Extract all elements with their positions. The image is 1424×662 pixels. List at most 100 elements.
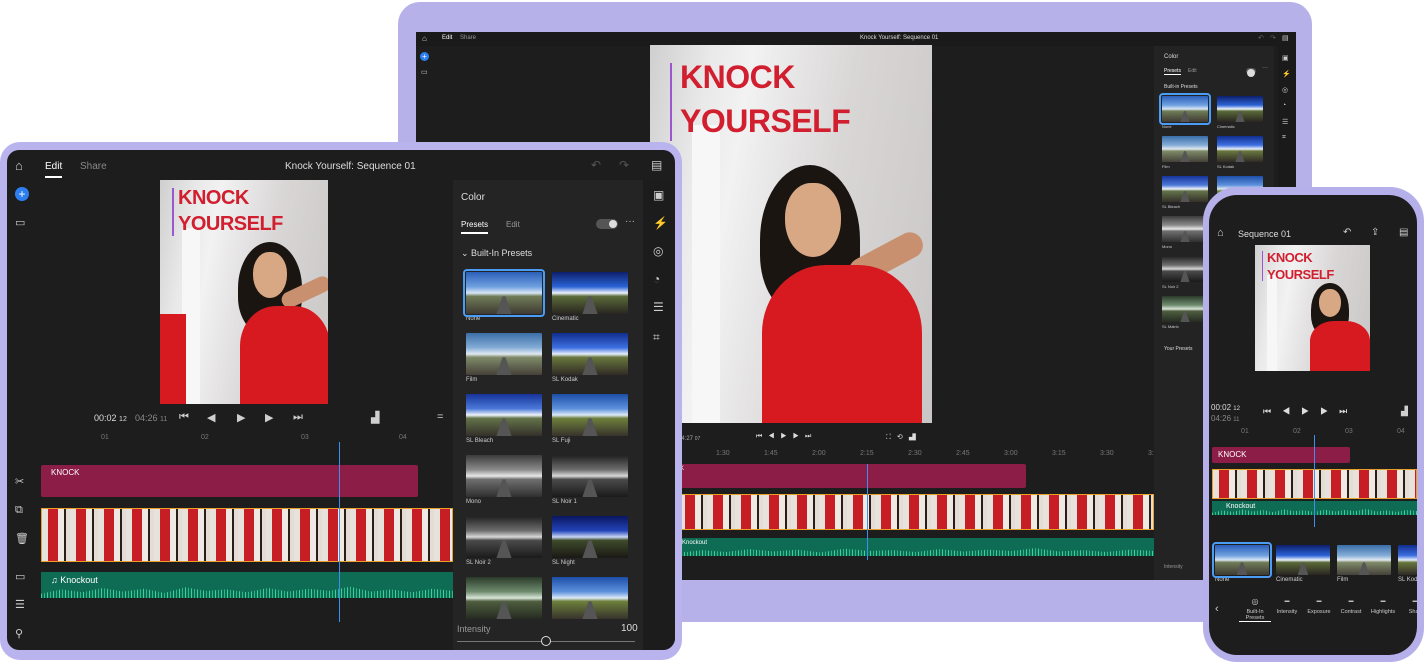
crop-icon[interactable]: ⌗: [653, 330, 660, 345]
comment-icon[interactable]: ▤: [651, 158, 662, 172]
preset-item[interactable]: Film: [466, 333, 542, 383]
preset-item[interactable]: SL Fuji: [552, 394, 628, 444]
laptop-playhead[interactable]: [867, 464, 868, 560]
preset-item[interactable]: SL Noir 2: [1162, 256, 1208, 289]
preset-item[interactable]: [466, 577, 542, 619]
phone-transport-controls[interactable]: ⏮◀▶▶⏭: [1263, 406, 1358, 417]
color-icon[interactable]: ◎: [653, 244, 663, 258]
preset-item[interactable]: SL Bleach: [1162, 176, 1208, 209]
preset-thumbnail[interactable]: [1217, 96, 1263, 122]
delete-icon[interactable]: 🗑: [15, 532, 29, 545]
titles-icon[interactable]: ▣: [1282, 54, 1289, 62]
audio-tool-icon[interactable]: ⚲: [15, 627, 23, 640]
preset-thumbnail[interactable]: [1217, 136, 1263, 162]
preset-item[interactable]: Cinematic: [1217, 96, 1263, 129]
preset-thumbnail[interactable]: [1398, 545, 1417, 575]
redo-icon[interactable]: ↷: [619, 158, 629, 172]
back-chevron-icon[interactable]: ‹: [1215, 603, 1219, 615]
preset-thumbnail[interactable]: [466, 394, 542, 436]
more-icon[interactable]: ···: [625, 216, 635, 227]
preset-thumbnail[interactable]: [1162, 216, 1208, 242]
media-bin-icon[interactable]: ▭: [15, 216, 25, 229]
tab-edit[interactable]: Edit: [45, 161, 63, 178]
phone-title-clip[interactable]: KNOCK: [1212, 447, 1350, 463]
phone-tool-item[interactable]: ━ Intensity: [1271, 597, 1303, 615]
track-list-icon[interactable]: ☰: [15, 598, 25, 611]
phone-tool-item[interactable]: ━ Contrast: [1335, 597, 1367, 615]
fullscreen-icon[interactable]: ▟: [371, 411, 379, 424]
skip-start-icon[interactable]: ⏮: [179, 411, 189, 424]
preset-thumbnail[interactable]: [552, 394, 628, 436]
preset-thumbnail[interactable]: [1276, 545, 1330, 575]
preset-thumbnail[interactable]: [1159, 93, 1211, 125]
phone-preset-item[interactable]: Cinematic: [1276, 545, 1330, 583]
preset-item[interactable]: None: [1159, 93, 1211, 129]
phone-tool-item[interactable]: ◎ Built-In Presets: [1239, 597, 1271, 622]
tab-share[interactable]: Share: [460, 35, 476, 41]
preset-item[interactable]: Mono: [466, 455, 542, 505]
tab-edit[interactable]: Edit: [442, 35, 452, 41]
add-media-button[interactable]: +: [420, 52, 429, 61]
preset-item[interactable]: SL Kodak: [552, 333, 628, 383]
preset-item[interactable]: SL Noir 2: [466, 516, 542, 566]
preset-thumbnail[interactable]: [1212, 542, 1272, 578]
fullscreen-icon[interactable]: ▟: [1401, 406, 1408, 417]
builtin-presets-header[interactable]: ⌄ Built-In Presets: [461, 248, 532, 259]
tablet-playhead[interactable]: [339, 442, 340, 622]
phone-preset-item[interactable]: SL Kod: [1398, 545, 1417, 583]
audio-icon[interactable]: ☰: [1282, 118, 1288, 126]
laptop-title-clip[interactable]: K: [678, 464, 1026, 488]
preset-thumbnail[interactable]: [1162, 296, 1208, 322]
redo-icon[interactable]: ↷: [1270, 34, 1276, 42]
preset-thumbnail[interactable]: [552, 272, 628, 314]
phone-tool-item[interactable]: ━ Shac: [1399, 597, 1417, 615]
tablet-video-clip[interactable]: [41, 508, 453, 562]
tab-presets[interactable]: Presets: [461, 220, 489, 234]
phone-tool-item[interactable]: ━ Highlights: [1367, 597, 1399, 615]
preset-item[interactable]: None: [463, 269, 545, 322]
comment-icon[interactable]: ▤: [1399, 227, 1408, 238]
preset-item[interactable]: Mono: [1162, 216, 1208, 249]
laptop-video-clip[interactable]: [678, 494, 1154, 530]
undo-icon[interactable]: ↶: [1258, 34, 1264, 42]
phone-playhead[interactable]: [1314, 435, 1315, 527]
speed-icon[interactable]: ◔: [1282, 102, 1286, 109]
preset-toggle[interactable]: [1246, 68, 1256, 77]
laptop-audio-clip[interactable]: Knockout: [678, 538, 1154, 556]
export-icon[interactable]: ⇪: [1371, 227, 1379, 238]
preset-item[interactable]: SL Noir 1: [552, 455, 628, 505]
preset-thumbnail[interactable]: [1337, 545, 1391, 575]
tablet-title-clip[interactable]: KNOCK: [41, 465, 418, 497]
preset-item[interactable]: [552, 577, 628, 619]
preset-thumbnail[interactable]: [552, 333, 628, 375]
preset-item[interactable]: SL Night: [552, 516, 628, 566]
titles-icon[interactable]: ▣: [653, 188, 664, 202]
color-icon[interactable]: ◎: [1282, 86, 1288, 94]
tab-edit-panel[interactable]: Edit: [506, 220, 520, 229]
preset-item[interactable]: SL Bleach: [466, 394, 542, 444]
home-icon[interactable]: ⌂: [1217, 227, 1224, 239]
play-icon[interactable]: ▶: [237, 411, 245, 424]
step-back-icon[interactable]: ◀: [207, 411, 215, 424]
preset-toggle[interactable]: [596, 219, 618, 229]
laptop-view-controls[interactable]: ⛶⟲▟: [886, 433, 922, 442]
transitions-icon[interactable]: ⚡: [653, 216, 668, 230]
crop-icon[interactable]: ⌗: [1282, 134, 1286, 142]
tab-edit-panel[interactable]: Edit: [1188, 68, 1197, 74]
intensity-slider-thumb[interactable]: [541, 636, 551, 646]
phone-tool-item[interactable]: ━ Exposure: [1303, 597, 1335, 615]
add-media-button[interactable]: +: [15, 187, 29, 201]
preset-item[interactable]: SL Matrix: [1162, 296, 1208, 329]
speed-icon[interactable]: ◔: [653, 272, 660, 286]
preset-item[interactable]: Film: [1162, 136, 1208, 169]
skip-end-icon[interactable]: ⏭: [293, 411, 303, 424]
more-icon[interactable]: ···: [1262, 65, 1268, 71]
undo-icon[interactable]: ↶: [1343, 227, 1351, 238]
duplicate-icon[interactable]: ⧉: [15, 504, 23, 517]
tablet-audio-clip[interactable]: ♫ Knockout: [41, 572, 453, 598]
tab-presets[interactable]: Presets: [1164, 68, 1181, 75]
media-bin-icon[interactable]: ▭: [421, 68, 428, 76]
undo-icon[interactable]: ↶: [591, 158, 601, 172]
preset-thumbnail[interactable]: [463, 269, 545, 317]
preset-thumbnail[interactable]: [466, 577, 542, 619]
